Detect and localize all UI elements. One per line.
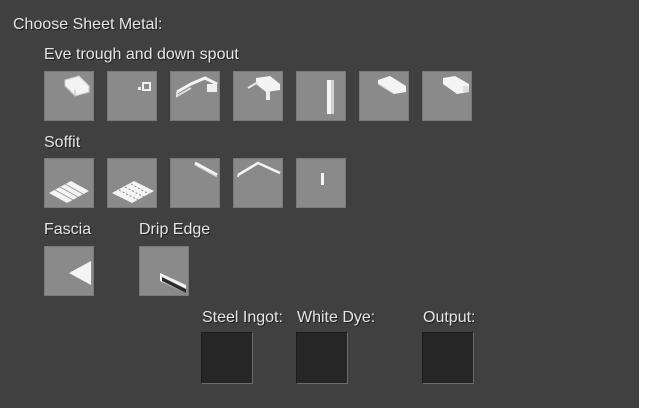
soffit-corner-button[interactable] <box>233 158 283 208</box>
section-label-drip-edge: Drip Edge <box>139 221 211 238</box>
white-dye-slot[interactable] <box>296 332 348 384</box>
soffit-trim-icon <box>321 173 324 185</box>
soffit-strip-button[interactable] <box>170 158 220 208</box>
gutter-end-cap-button[interactable] <box>107 71 157 121</box>
soffit-corner-icon <box>237 161 281 177</box>
soffit-trim-button[interactable] <box>296 158 346 208</box>
soffit-panel-vented-button[interactable] <box>107 158 157 208</box>
gutter-end-cap-icon <box>138 82 151 91</box>
gutter-straight-alt-button[interactable] <box>359 71 409 121</box>
steel-ingot-slot[interactable] <box>201 332 253 384</box>
section-label-eve-trough: Eve trough and down spout <box>44 46 239 63</box>
drip-edge-icon <box>160 273 186 293</box>
section-label-soffit: Soffit <box>44 134 81 151</box>
output-label: Output: <box>423 309 476 326</box>
fascia-button[interactable] <box>44 246 94 296</box>
soffit-strip-icon <box>194 161 218 178</box>
panel-title: Choose Sheet Metal: <box>13 16 163 33</box>
downspout-icon <box>327 80 334 114</box>
gutter-straight-icon <box>64 75 90 98</box>
drip-edge-button[interactable] <box>139 246 189 296</box>
gutter-outlet-icon <box>247 76 280 100</box>
panel-edge <box>639 0 647 408</box>
gutter-end-icon <box>443 76 469 94</box>
gutter-corner-button[interactable] <box>170 71 220 121</box>
gutter-outlet-button[interactable] <box>233 71 283 121</box>
gutter-straight-alt-icon <box>377 76 406 95</box>
section-label-fascia: Fascia <box>44 221 92 238</box>
fascia-icon <box>69 261 91 285</box>
soffit-panel-flat-icon <box>49 181 89 203</box>
gutter-straight-button[interactable] <box>44 71 94 121</box>
output-slot[interactable] <box>422 332 474 384</box>
gutter-corner-icon <box>176 76 218 98</box>
sheet-metal-panel: Choose Sheet Metal: Eve trough and down … <box>0 0 647 408</box>
soffit-panel-flat-button[interactable] <box>44 158 94 208</box>
gutter-end-button[interactable] <box>422 71 472 121</box>
downspout-button[interactable] <box>296 71 346 121</box>
white-dye-label: White Dye: <box>297 309 376 326</box>
soffit-panel-vented-icon <box>112 181 154 203</box>
steel-ingot-label: Steel Ingot: <box>202 309 283 326</box>
